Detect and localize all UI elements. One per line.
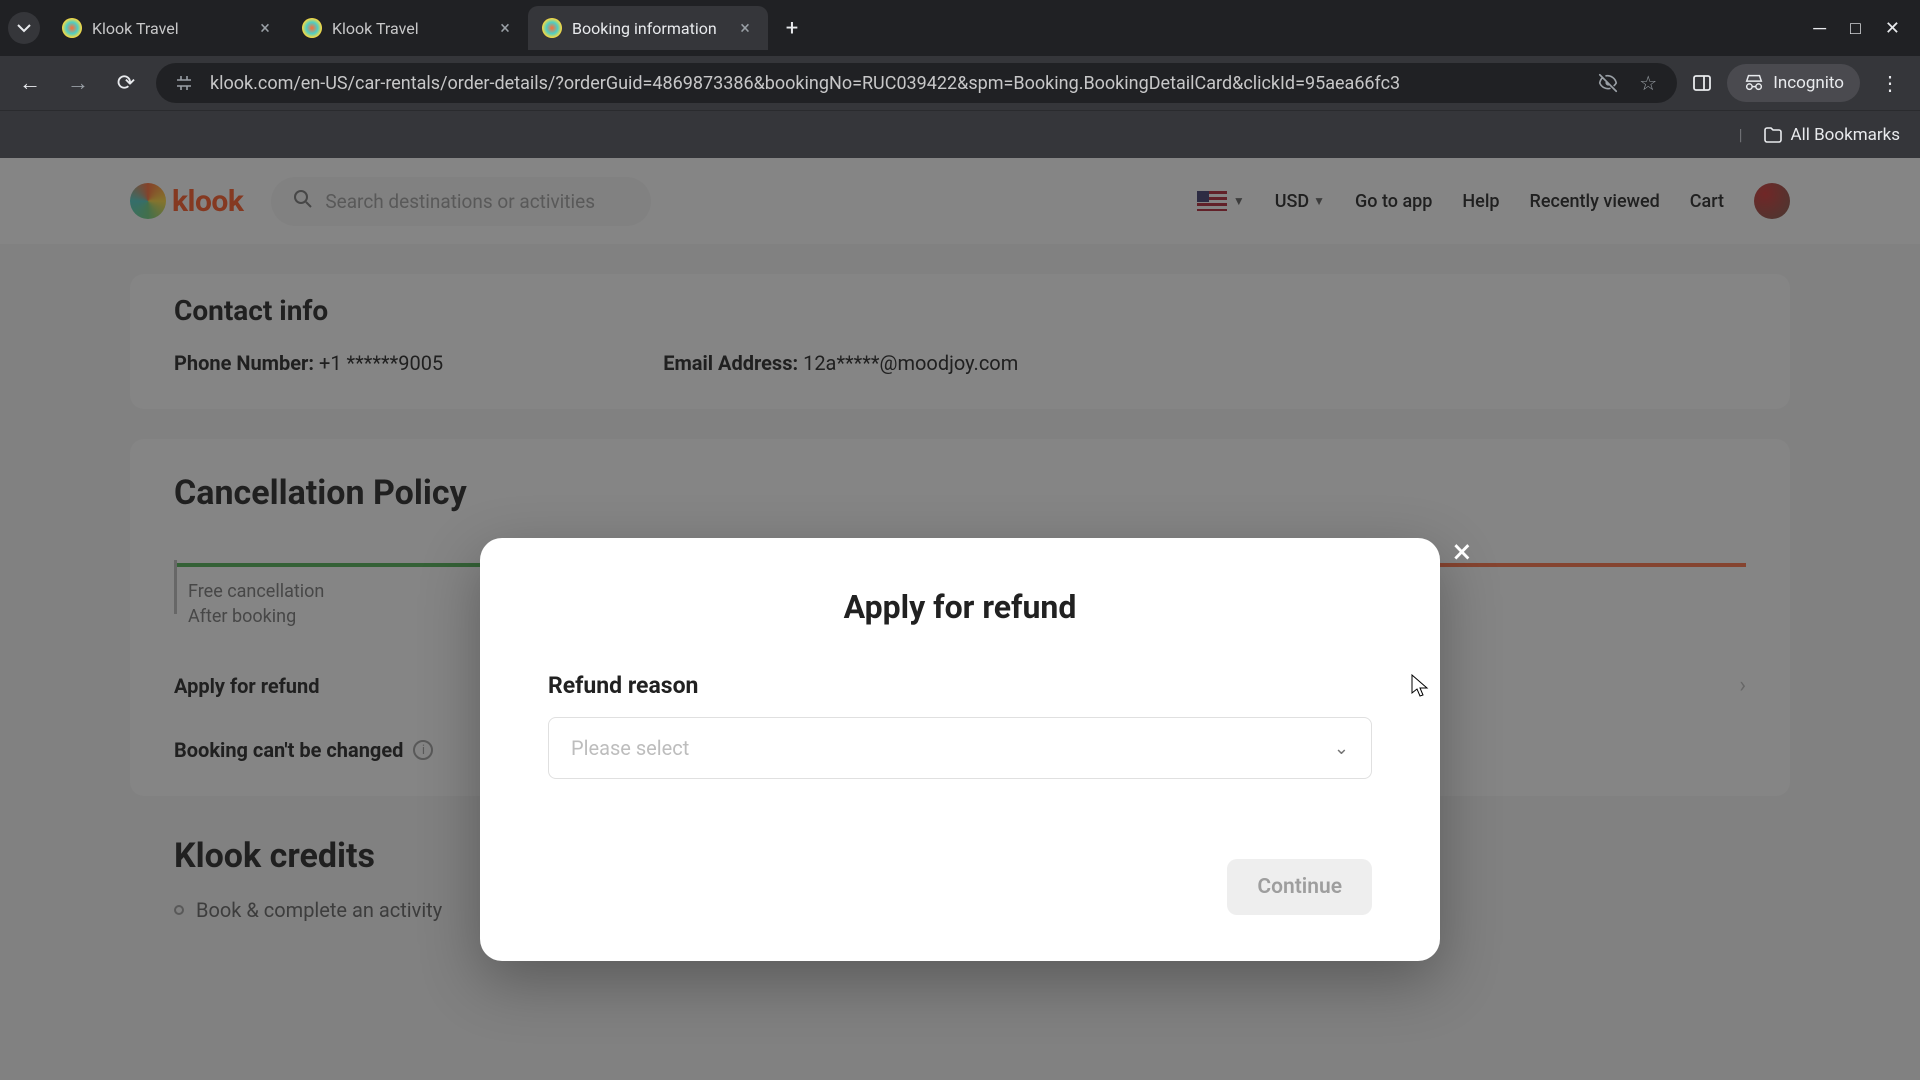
tabs-container: Klook Travel × Klook Travel × Booking in… [48, 0, 1813, 56]
browser-toolbar: ← → ⟳ klook.com/en-US/car-rentals/order-… [0, 56, 1920, 110]
reload-button[interactable]: ⟳ [108, 65, 144, 101]
tab-title: Booking information [572, 19, 726, 38]
url-text: klook.com/en-US/car-rentals/order-detail… [210, 73, 1581, 94]
folder-icon [1763, 125, 1783, 145]
all-bookmarks-button[interactable]: All Bookmarks [1763, 125, 1900, 145]
forward-button[interactable]: → [60, 65, 96, 101]
chevron-down-icon: ⌄ [1334, 738, 1349, 759]
tab-title: Klook Travel [332, 19, 486, 38]
tab-title: Klook Travel [92, 19, 246, 38]
all-bookmarks-label: All Bookmarks [1791, 125, 1900, 145]
close-icon[interactable]: × [496, 19, 514, 37]
modal-title: Apply for refund [548, 588, 1372, 626]
side-panel-icon[interactable] [1689, 70, 1715, 96]
refund-reason-select[interactable]: Please select ⌄ [548, 717, 1372, 779]
bookmarks-bar: | All Bookmarks [0, 110, 1920, 158]
favicon-icon [542, 18, 562, 38]
incognito-label: Incognito [1773, 73, 1844, 93]
divider: | [1739, 125, 1743, 144]
incognito-indicator[interactable]: Incognito [1727, 64, 1860, 102]
tab-booking-information[interactable]: Booking information × [528, 6, 768, 50]
tab-search-dropdown[interactable] [8, 12, 40, 44]
select-placeholder: Please select [571, 736, 689, 760]
site-info-icon[interactable] [172, 71, 196, 95]
favicon-icon [62, 18, 82, 38]
modal-close-button[interactable]: × [1442, 532, 1482, 572]
browser-menu-button[interactable]: ⋮ [1872, 65, 1908, 101]
page-viewport: klook Search destinations or activities … [0, 158, 1920, 1080]
eye-off-icon[interactable] [1595, 70, 1621, 96]
favicon-icon [302, 18, 322, 38]
window-controls: ─ □ ✕ [1813, 18, 1912, 39]
close-icon[interactable]: × [736, 19, 754, 37]
maximize-button[interactable]: □ [1850, 18, 1861, 39]
tab-klook-travel-1[interactable]: Klook Travel × [48, 6, 288, 50]
close-icon[interactable]: × [256, 19, 274, 37]
continue-button[interactable]: Continue [1227, 859, 1372, 915]
browser-tab-strip: Klook Travel × Klook Travel × Booking in… [0, 0, 1920, 56]
tab-klook-travel-2[interactable]: Klook Travel × [288, 6, 528, 50]
new-tab-button[interactable]: + [776, 12, 808, 44]
refund-modal: × Apply for refund Refund reason Please … [480, 538, 1440, 961]
close-window-button[interactable]: ✕ [1885, 18, 1900, 39]
bookmark-star-icon[interactable]: ☆ [1635, 70, 1661, 96]
back-button[interactable]: ← [12, 65, 48, 101]
address-bar[interactable]: klook.com/en-US/car-rentals/order-detail… [156, 63, 1677, 103]
refund-reason-label: Refund reason [548, 672, 1372, 699]
incognito-icon [1743, 72, 1765, 94]
chevron-down-icon [17, 21, 31, 35]
minimize-button[interactable]: ─ [1813, 18, 1826, 39]
